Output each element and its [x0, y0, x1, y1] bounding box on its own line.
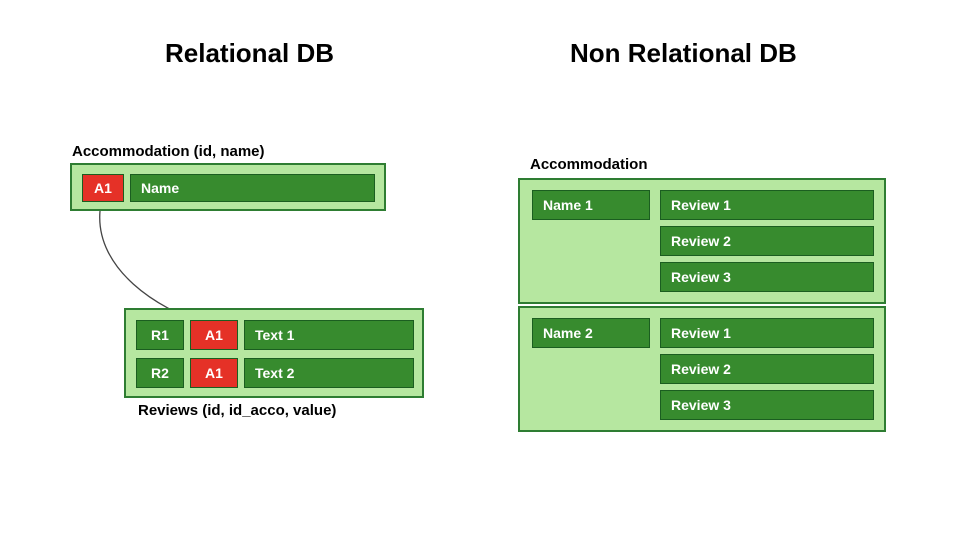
relational-title: Relational DB [165, 38, 334, 69]
accommodation-id-cell: A1 [82, 174, 124, 202]
accommodation-name-cell: Name [130, 174, 375, 202]
reviews-table-label: Reviews (id, id_acco, value) [138, 402, 336, 419]
accommodation-table-label: Accommodation (id, name) [72, 143, 265, 160]
document-card: Name 1 Review 1 Review 2 Review 3 [518, 178, 886, 304]
review-row-fk: A1 [190, 358, 238, 388]
doc-review: Review 1 [660, 190, 874, 220]
document-card: Name 2 Review 1 Review 2 Review 3 [518, 306, 886, 432]
review-row-value: Text 2 [244, 358, 414, 388]
doc-review: Review 2 [660, 354, 874, 384]
nonrel-collection-label: Accommodation [530, 156, 648, 173]
review-row-fk: A1 [190, 320, 238, 350]
doc-name: Name 2 [532, 318, 650, 348]
reviews-table: R1 A1 Text 1 R2 A1 Text 2 [124, 308, 424, 398]
doc-review: Review 3 [660, 262, 874, 292]
doc-name: Name 1 [532, 190, 650, 220]
doc-review: Review 1 [660, 318, 874, 348]
doc-review: Review 2 [660, 226, 874, 256]
review-row-value: Text 1 [244, 320, 414, 350]
nonrelational-title: Non Relational DB [570, 38, 797, 69]
accommodation-table: A1 Name [70, 163, 386, 211]
review-row-id: R2 [136, 358, 184, 388]
doc-review: Review 3 [660, 390, 874, 420]
review-row-id: R1 [136, 320, 184, 350]
